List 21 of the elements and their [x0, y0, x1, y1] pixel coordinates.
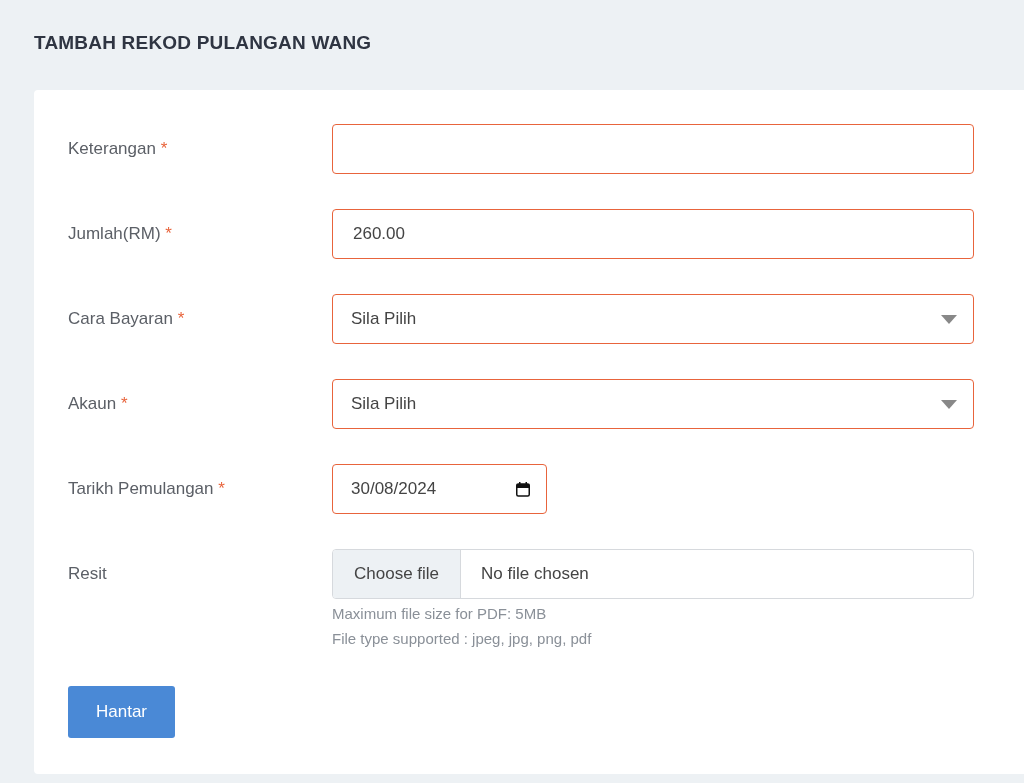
choose-file-button[interactable]: Choose file	[333, 550, 462, 598]
file-status: No file chosen	[480, 564, 589, 584]
text-input[interactable]: 260.00	[332, 209, 974, 259]
field-label: Jumlah(RM) *	[68, 223, 173, 245]
hint-text: Maximum file size for PDF: 5MB	[332, 605, 548, 622]
select-dropdown[interactable]: Sila Pilih	[332, 379, 974, 429]
hint-text: File type supported : jpeg, jpg, png, pdf	[332, 630, 593, 647]
text-input[interactable]	[332, 124, 974, 174]
field-label: Akaun *	[68, 393, 129, 415]
date-input[interactable]: 30/08/2024	[332, 464, 547, 514]
page-title: TAMBAH REKOD PULANGAN WANG	[33, 31, 373, 55]
field-label: Cara Bayaran *	[68, 308, 186, 330]
submit-button[interactable]: Hantar	[68, 686, 175, 738]
field-label: Keterangan *	[68, 138, 169, 160]
field-label: Tarikh Pemulangan *	[68, 478, 226, 500]
caret-icon	[941, 314, 957, 324]
field-label: Resit	[68, 563, 108, 585]
calendar-icon	[516, 481, 530, 497]
select-dropdown[interactable]: Sila Pilih	[332, 294, 974, 344]
caret-icon	[941, 399, 957, 409]
file-input[interactable]: Choose file No file chosen	[332, 549, 974, 599]
